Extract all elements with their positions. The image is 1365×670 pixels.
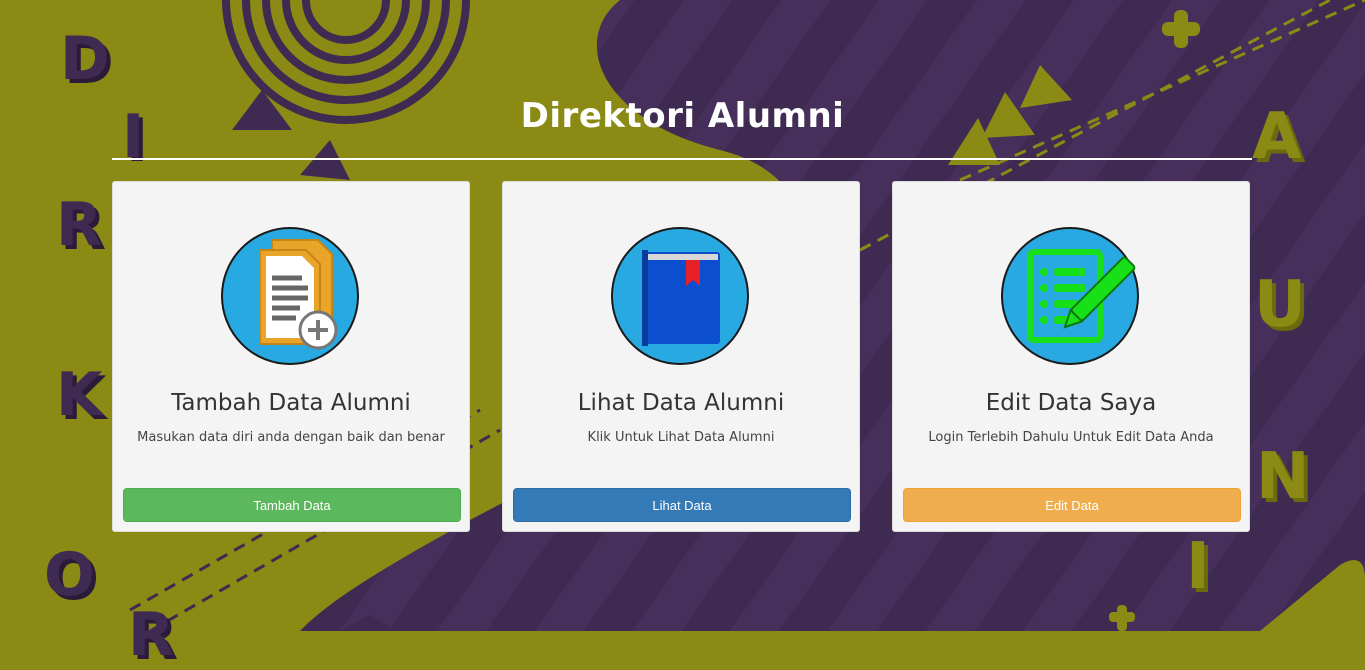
- card-title: Edit Data Saya: [985, 390, 1157, 416]
- decor-letter: I: [1186, 530, 1210, 604]
- add-document-icon: [221, 227, 359, 365]
- edit-data-button[interactable]: Edit Data: [903, 488, 1241, 522]
- decor-letter: R: [56, 190, 103, 260]
- tambah-data-button[interactable]: Tambah Data: [123, 488, 461, 522]
- decor-letter: O: [44, 540, 96, 610]
- card-tambah-data: Tambah Data Alumni Masukan data diri and…: [112, 181, 470, 532]
- card-title: Tambah Data Alumni: [171, 390, 411, 416]
- decor-letter: R: [128, 600, 175, 670]
- card-edit-data: Edit Data Saya Login Terlebih Dahulu Unt…: [892, 181, 1250, 532]
- card-description: Klik Untuk Lihat Data Alumni: [587, 430, 775, 445]
- lihat-data-button[interactable]: Lihat Data: [513, 488, 851, 522]
- decor-letter: U: [1254, 268, 1306, 342]
- decor-letter: D: [60, 24, 110, 94]
- decor-letter: K: [56, 360, 103, 430]
- card-description: Login Terlebih Dahulu Untuk Edit Data An…: [928, 430, 1214, 445]
- edit-list-icon: [1001, 227, 1139, 365]
- page-title: Direktori Alumni: [520, 96, 845, 136]
- book-icon: [611, 227, 749, 365]
- card-title: Lihat Data Alumni: [577, 390, 785, 416]
- card-lihat-data: Lihat Data Alumni Klik Untuk Lihat Data …: [502, 181, 860, 532]
- decor-letter: N: [1256, 440, 1310, 514]
- card-description: Masukan data diri anda dengan baik dan b…: [137, 430, 445, 445]
- title-divider: [112, 158, 1252, 160]
